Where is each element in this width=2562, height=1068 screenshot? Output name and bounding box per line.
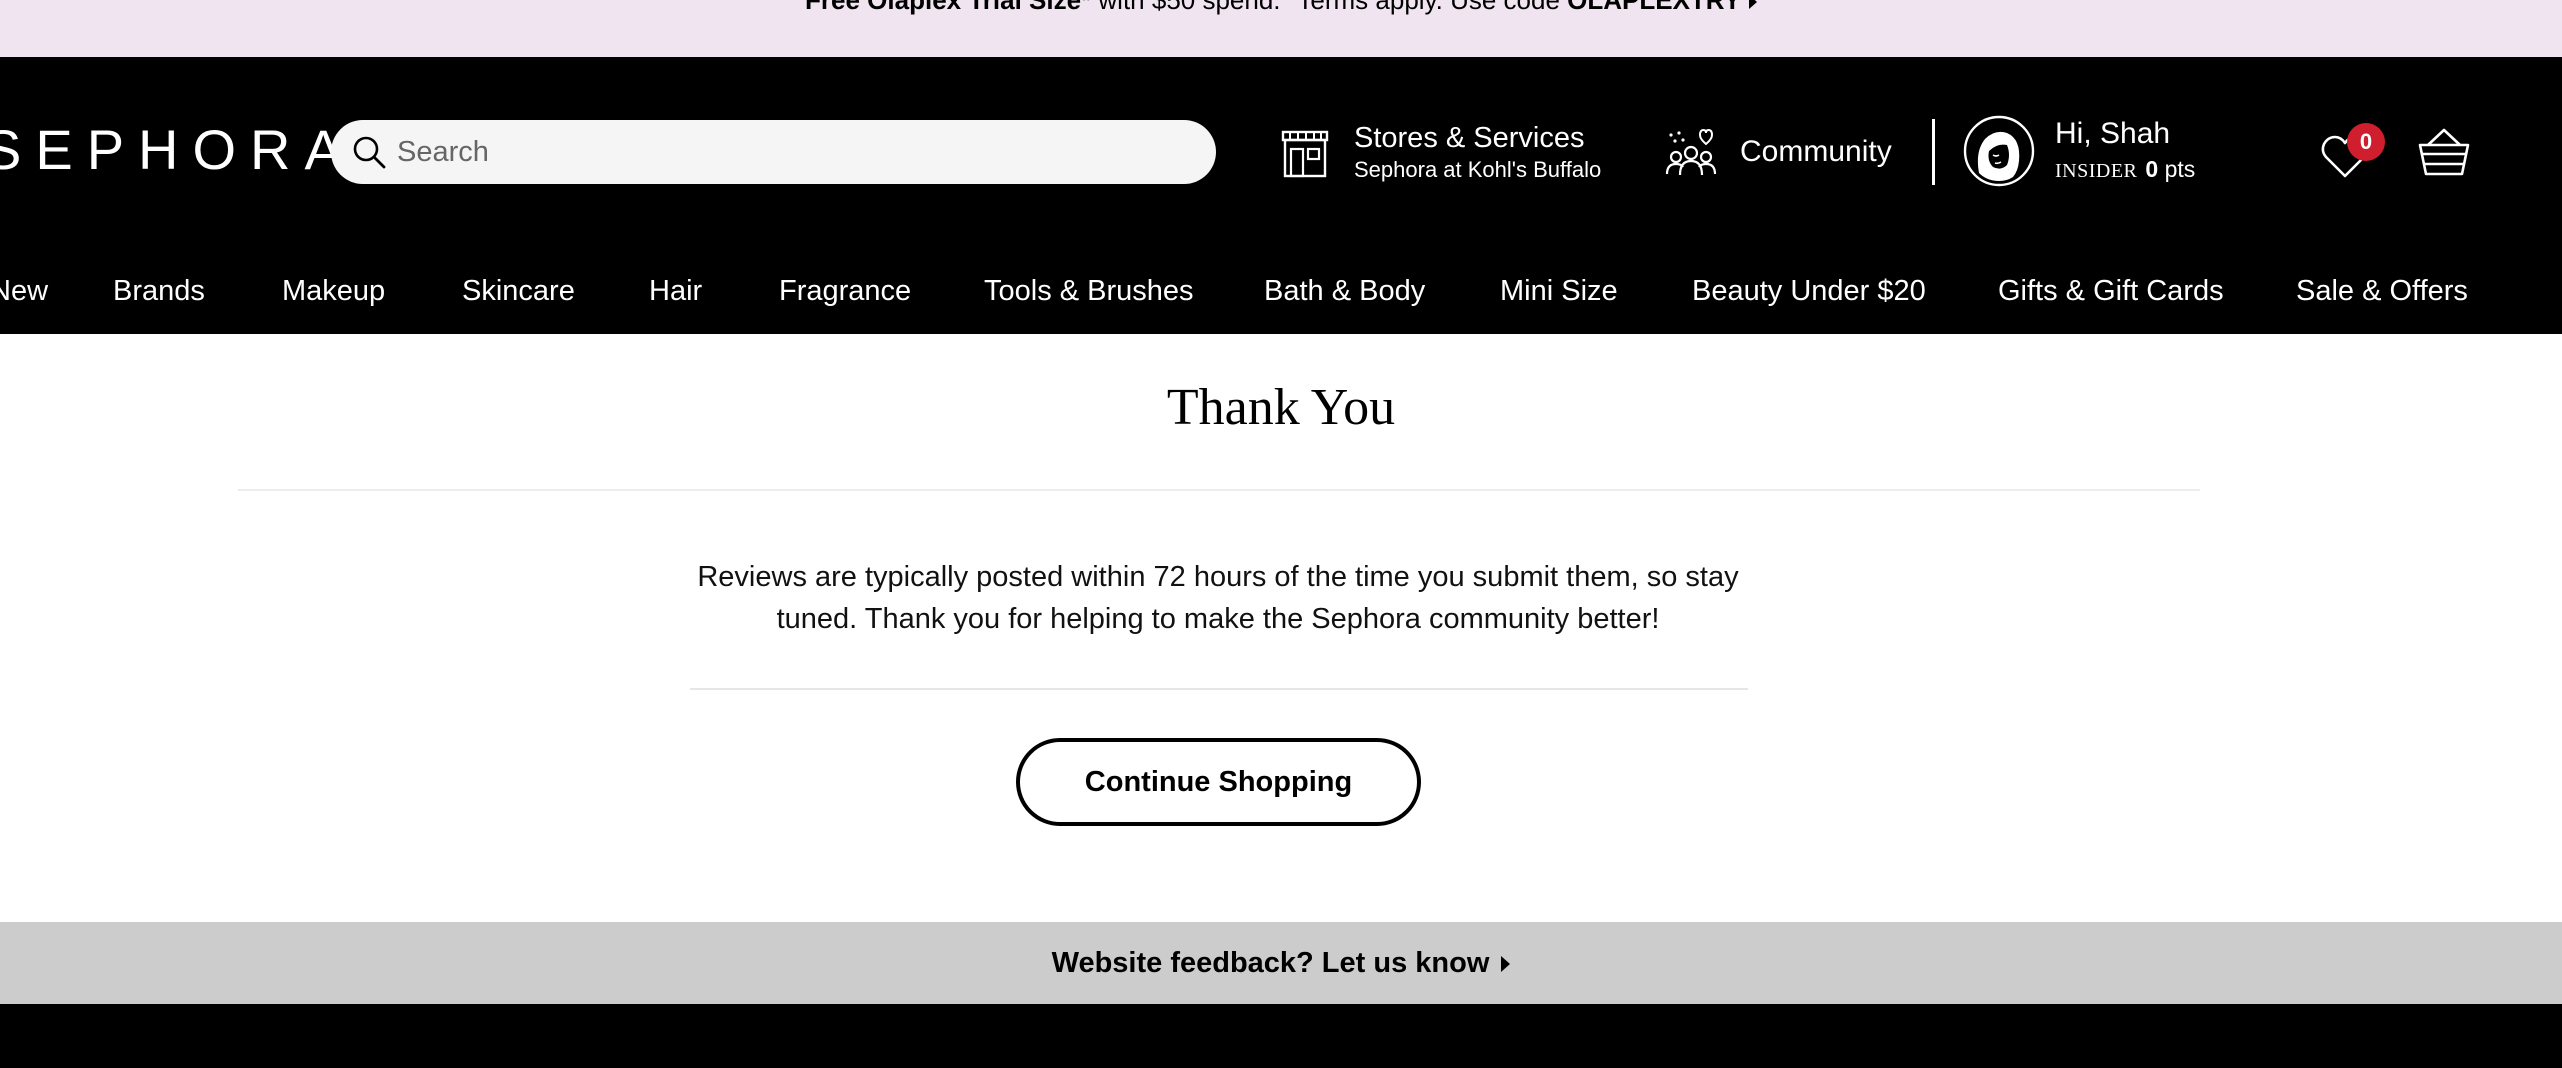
- account-greeting: Hi, Shah: [2055, 117, 2171, 150]
- loves-count-badge: 0: [2347, 123, 2385, 161]
- page-title: Thank You: [1166, 379, 1396, 436]
- community-icon: [1665, 128, 1717, 176]
- search-input[interactable]: [397, 120, 1177, 184]
- nav-item-tools-brushes[interactable]: Tools & Brushes: [984, 271, 1194, 311]
- nav-item-hair[interactable]: Hair: [649, 271, 702, 311]
- nav-item-bath-body[interactable]: Bath & Body: [1264, 271, 1425, 311]
- sephora-logo[interactable]: SEPHORA: [0, 122, 356, 178]
- points-unit: pts: [2164, 156, 2196, 182]
- nav-item-fragrance[interactable]: Fragrance: [779, 271, 911, 311]
- promo-body-text: with $50 spend.* Terms apply. Use code: [1091, 0, 1568, 15]
- store-icon: [1281, 130, 1329, 178]
- nav-item-makeup[interactable]: Makeup: [282, 271, 385, 311]
- promo-bold-text: Free Olaplex Trial Size*: [805, 0, 1092, 15]
- nav-item-beauty-under-20[interactable]: Beauty Under $20: [1692, 271, 1926, 311]
- nav-item-mini-size[interactable]: Mini Size: [1500, 271, 1618, 311]
- header-divider: [1932, 119, 1935, 185]
- promo-text[interactable]: Free Olaplex Trial Size* with $50 spend.…: [0, 0, 2562, 15]
- points-value: 0: [2145, 156, 2159, 182]
- loves-button[interactable]: 0: [2320, 123, 2385, 183]
- continue-shopping-button[interactable]: Continue Shopping: [1016, 738, 1421, 826]
- nav-item-new[interactable]: New: [0, 271, 48, 311]
- stores-and-services[interactable]: Stores & Services Sephora at Kohl's Buff…: [1280, 119, 1620, 185]
- insider-points: INSIDER 0 pts: [2055, 155, 2195, 185]
- nav-item-skincare[interactable]: Skincare: [462, 271, 575, 311]
- avatar-icon: [1963, 115, 2035, 187]
- divider: [690, 688, 1748, 690]
- search-bar[interactable]: [331, 120, 1216, 184]
- promo-banner[interactable]: Free Olaplex Trial Size* with $50 spend.…: [0, 0, 2562, 57]
- stores-title: Stores & Services: [1354, 122, 1585, 154]
- search-icon: [353, 136, 386, 169]
- insider-tier: INSIDER: [2055, 160, 2138, 182]
- community-label: Community: [1740, 135, 1892, 168]
- stores-subtitle: Sephora at Kohl's Buffalo: [1354, 157, 1602, 182]
- account-menu[interactable]: Hi, Shah INSIDER 0 pts: [1963, 115, 2223, 187]
- site-footer: [0, 1004, 2562, 1068]
- confirmation-message: Reviews are typically posted within 72 h…: [697, 561, 1739, 635]
- caret-right-icon: [1748, 0, 1757, 10]
- community-link[interactable]: Community: [1665, 127, 1905, 177]
- caret-right-icon: [1501, 956, 1511, 973]
- website-feedback-link[interactable]: Website feedback? Let us know: [1052, 946, 1511, 980]
- feedback-bar: Website feedback? Let us know: [0, 922, 2562, 1004]
- basket-icon[interactable]: [2418, 127, 2470, 177]
- nav-item-sale-offers[interactable]: Sale & Offers: [2296, 271, 2468, 311]
- promo-code: OLAPLEXTRY: [1567, 0, 1741, 15]
- nav-item-brands[interactable]: Brands: [113, 271, 205, 311]
- nav-item-gifts-gift-cards[interactable]: Gifts & Gift Cards: [1998, 271, 2224, 311]
- divider: [238, 489, 2200, 491]
- site-header: SEPHORA Stores & Services Sephora at Koh…: [0, 57, 2562, 334]
- main-nav: New Brands Makeup Skincare Hair Fragranc…: [0, 265, 2562, 325]
- feedback-label: Website feedback? Let us know: [1051, 947, 1490, 979]
